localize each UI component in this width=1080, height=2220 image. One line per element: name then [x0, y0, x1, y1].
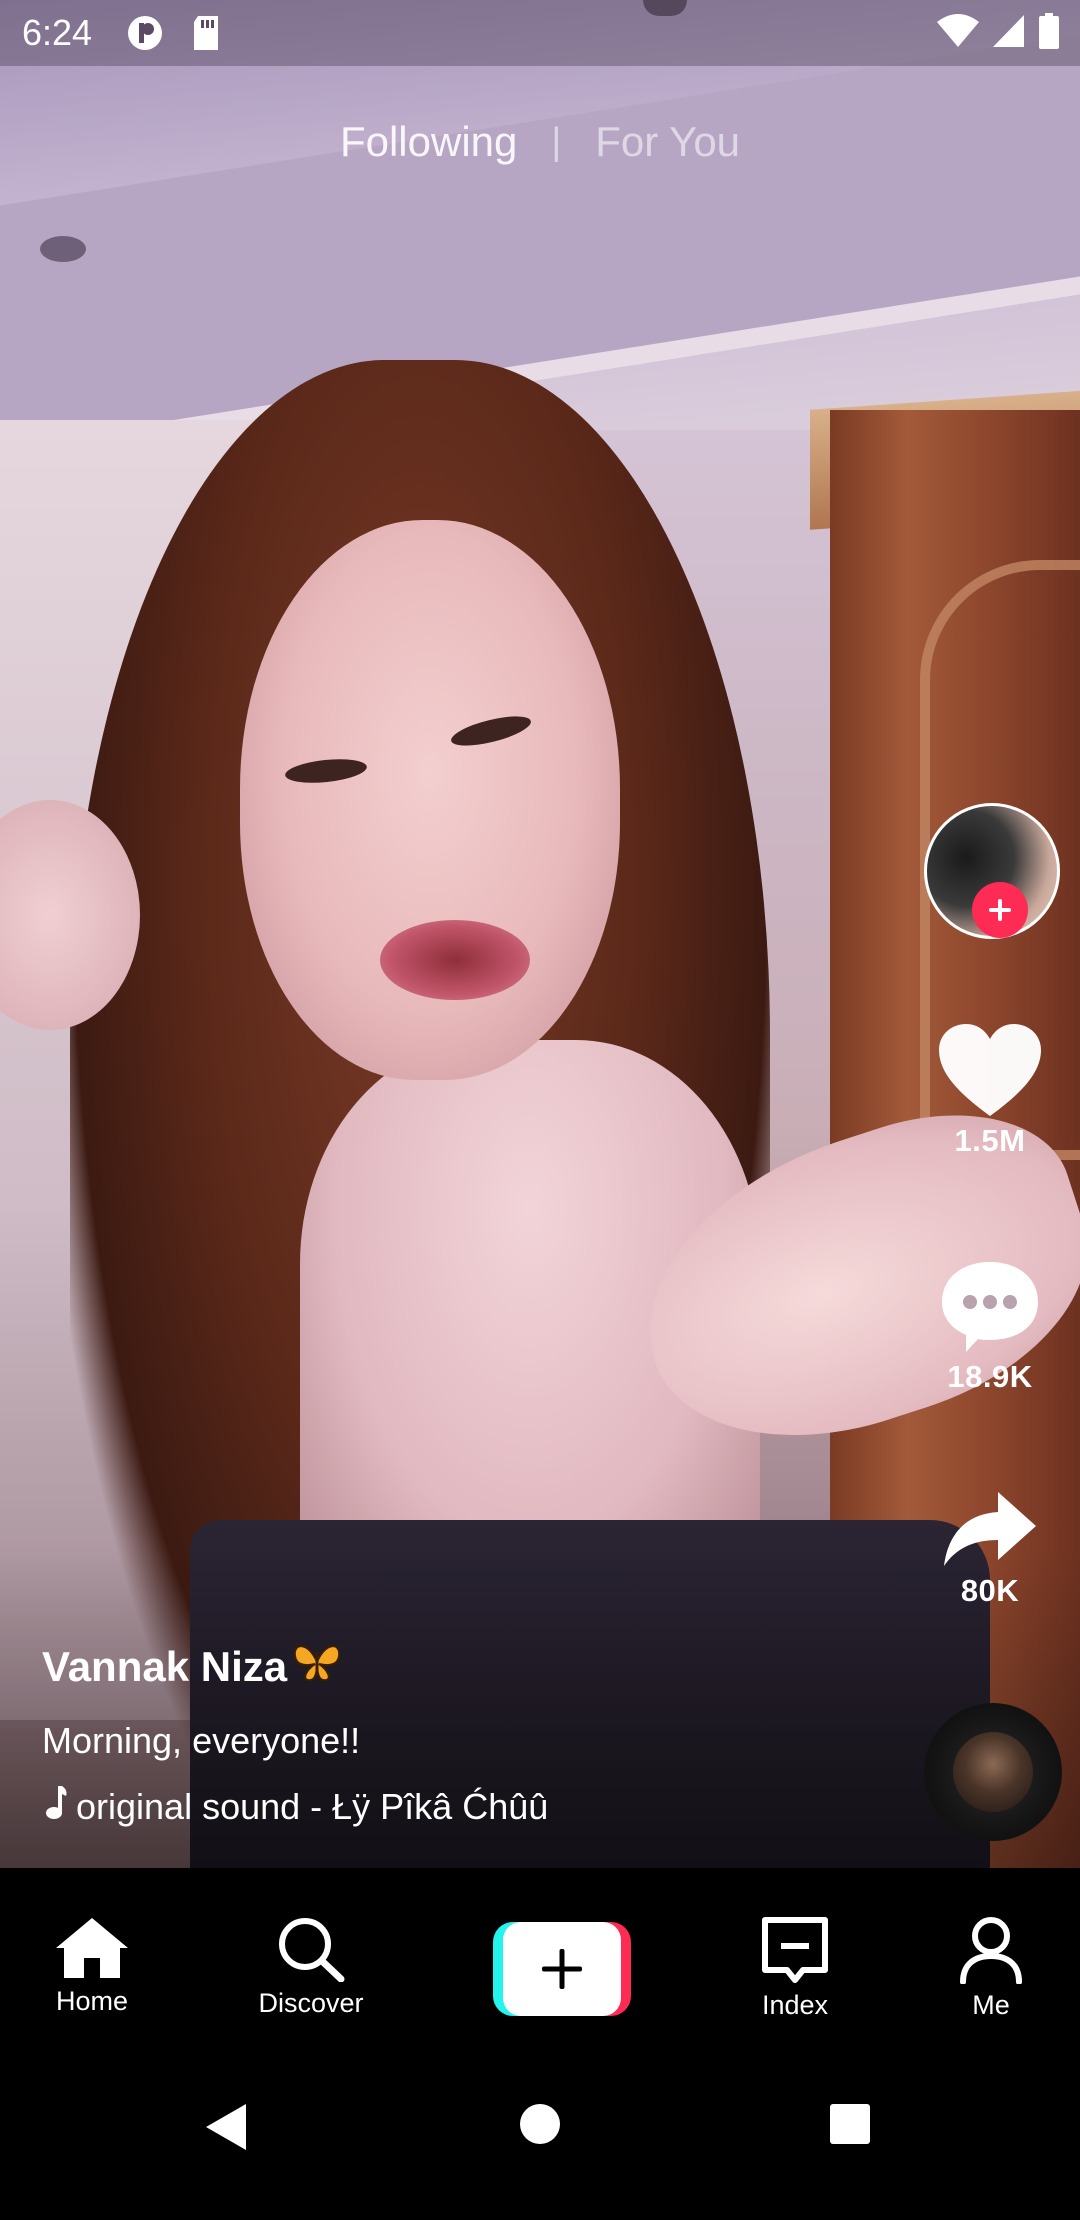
nav-me[interactable]: Me [911, 1916, 1071, 2021]
video-ceiling-light [40, 236, 86, 262]
tab-following[interactable]: Following [340, 118, 517, 166]
sound-disc[interactable] [924, 1703, 1062, 1841]
bottom-nav: Home Discover Index Me [0, 1868, 1080, 2054]
post-description: Morning, everyone!! [42, 1720, 361, 1761]
like-action[interactable]: 1.5M [915, 1022, 1065, 1159]
nav-home[interactable]: Home [12, 1916, 172, 2017]
author-name[interactable]: Vannak Niza [42, 1643, 287, 1691]
nav-discover[interactable]: Discover [231, 1916, 391, 2019]
sound-disc-cover [953, 1732, 1033, 1812]
inbox-icon[interactable] [715, 1916, 875, 1984]
share-count: 80K [960, 1573, 1020, 1608]
recents-icon[interactable] [828, 2102, 872, 2151]
feed-tabs: Following | For You [0, 118, 1080, 166]
video-lips [380, 920, 530, 1000]
nav-index-label: Index [761, 1990, 829, 2020]
comment-icon[interactable] [938, 1262, 1042, 1358]
person-icon[interactable] [911, 1916, 1071, 1984]
nav-me-label: Me [972, 1990, 1010, 2020]
like-count: 1.5M [954, 1123, 1026, 1158]
comment-action[interactable]: 18.9K [915, 1258, 1065, 1395]
status-bar: 6:24 [0, 0, 1080, 66]
plus-icon[interactable] [503, 1922, 621, 2016]
music-note-icon [42, 1784, 68, 1829]
tab-separator: | [551, 120, 562, 163]
author-row[interactable]: Vannak Niza [42, 1640, 882, 1694]
app-notification-icon [126, 14, 164, 52]
create-button[interactable] [493, 1922, 631, 2016]
nav-index[interactable]: Index [715, 1916, 875, 2021]
battery-icon [1038, 12, 1060, 54]
sound-row[interactable]: original sound - Łÿ Pîkâ Ćhûû [42, 1784, 882, 1829]
system-navigation-bar [0, 2054, 1080, 2220]
heart-icon[interactable] [937, 1024, 1043, 1122]
back-icon[interactable] [204, 2102, 248, 2157]
wifi-icon [936, 13, 980, 53]
follow-plus-icon[interactable] [972, 882, 1028, 938]
nav-discover-label: Discover [258, 1988, 364, 2018]
cell-signal-icon [992, 14, 1026, 53]
post-caption: Vannak Niza Morning, everyone!! original… [42, 1640, 882, 1829]
sd-card-icon [190, 14, 228, 52]
status-time: 6:24 [22, 12, 93, 53]
share-action[interactable]: 80K [915, 1490, 1065, 1609]
home-icon[interactable] [12, 1916, 172, 1980]
comment-count: 18.9K [947, 1359, 1033, 1394]
share-icon[interactable] [942, 1492, 1038, 1572]
sound-name[interactable]: original sound - Łÿ Pîkâ Ćhûû [76, 1786, 548, 1828]
search-icon[interactable] [231, 1916, 391, 1982]
nav-home-label: Home [55, 1986, 129, 2016]
camera-cutout [643, 0, 687, 16]
home-circle-icon[interactable] [518, 2102, 562, 2151]
butterfly-icon [291, 1640, 343, 1694]
tab-for-you[interactable]: For You [595, 118, 740, 166]
